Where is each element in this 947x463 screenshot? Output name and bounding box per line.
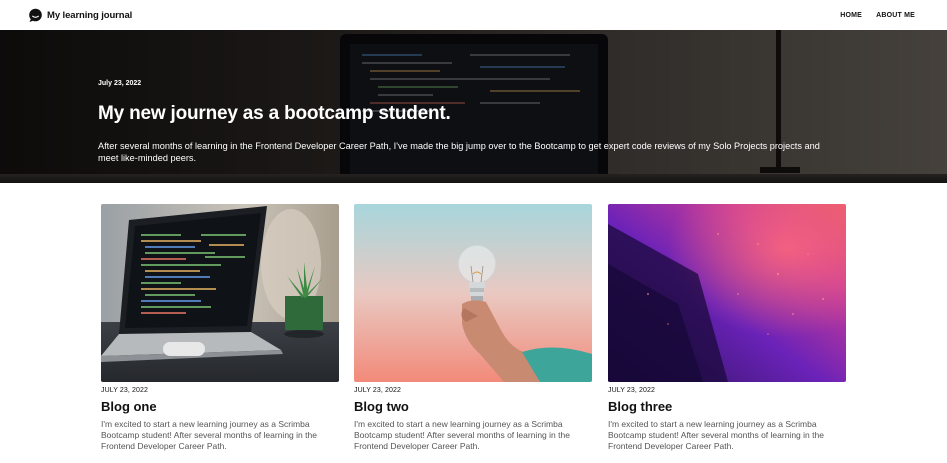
nav-home-link[interactable]: HOME (840, 12, 862, 19)
hero-title: My new journey as a bootcamp student. (98, 103, 451, 124)
blog-card-excerpt: I'm excited to start a new learning jour… (608, 419, 824, 451)
blog-card[interactable]: JULY 23, 2022 Blog two I'm excited to st… (354, 204, 592, 452)
blog-card-date: JULY 23, 2022 (608, 387, 655, 394)
blog-card-excerpt: I'm excited to start a new learning jour… (101, 419, 317, 451)
blog-card-image (608, 204, 846, 382)
hero-excerpt: After several months of learning in the … (98, 141, 820, 163)
nav-about-me-link[interactable]: ABOUT ME (876, 12, 915, 19)
brand-link[interactable]: My learning journal (28, 8, 132, 23)
blog-card-image (101, 204, 339, 382)
blog-card-excerpt: I'm excited to start a new learning jour… (354, 419, 570, 451)
blog-card-image (354, 204, 592, 382)
main-nav: HOME ABOUT ME (840, 12, 915, 19)
blog-card[interactable]: JULY 23, 2022 Blog one I'm excited to st… (101, 204, 339, 452)
hero-banner[interactable]: July 23, 2022 My new journey as a bootca… (0, 30, 947, 183)
blog-card-date: JULY 23, 2022 (101, 387, 148, 394)
blog-post-list: JULY 23, 2022 Blog one I'm excited to st… (101, 204, 846, 463)
brand-name: My learning journal (47, 9, 133, 21)
chat-bubble-icon (28, 8, 43, 23)
blog-card-title: Blog two (354, 399, 409, 414)
blog-card[interactable]: JULY 23, 2022 Blog three I'm excited to … (608, 204, 846, 452)
blog-card-title: Blog three (608, 399, 673, 414)
blog-card-title: Blog one (101, 399, 157, 414)
hero-date: July 23, 2022 (98, 80, 142, 87)
blog-card-date: JULY 23, 2022 (354, 387, 401, 394)
site-header: My learning journal HOME ABOUT ME (0, 0, 947, 30)
